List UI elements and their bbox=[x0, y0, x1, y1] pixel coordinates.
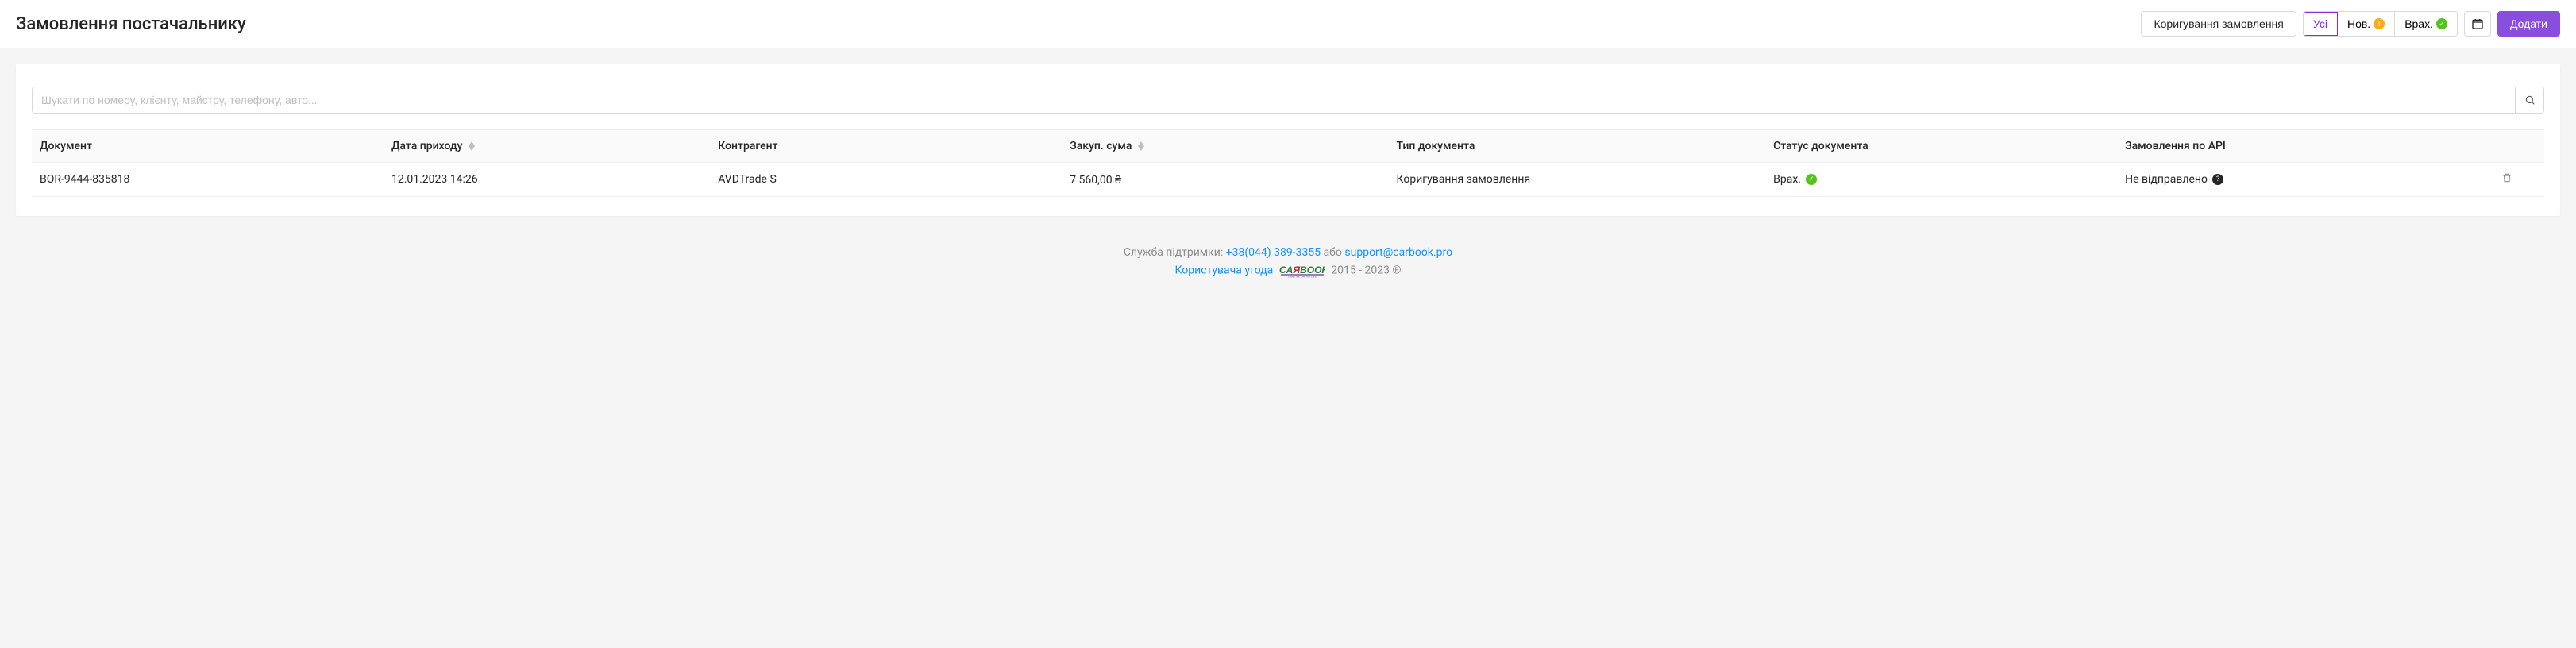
search-row bbox=[32, 87, 2544, 114]
orders-table: Документ Дата приходу Контрагент Закуп. … bbox=[32, 129, 2544, 197]
search-input[interactable] bbox=[32, 87, 2516, 114]
table-header-row: Документ Дата приходу Контрагент Закуп. … bbox=[32, 130, 2544, 163]
calendar-icon bbox=[2471, 17, 2484, 30]
col-actions bbox=[2469, 130, 2544, 163]
carbook-logo: CAЯBOOK cause we love the cars bbox=[1279, 264, 1325, 278]
col-status[interactable]: Статус документа bbox=[1765, 130, 2117, 163]
cell-actions bbox=[2469, 163, 2544, 197]
header-actions: Коригування замовлення Усі Нов. ! Врах. … bbox=[2141, 11, 2560, 37]
cell-status: Врах. ✓ bbox=[1765, 163, 2117, 197]
cell-date: 12.01.2023 14:26 bbox=[384, 163, 710, 197]
exclamation-icon: ! bbox=[2374, 18, 2385, 29]
cell-sum: 7 560,00 ₴ bbox=[1062, 163, 1388, 197]
content-area: Документ Дата приходу Контрагент Закуп. … bbox=[0, 48, 2576, 232]
filter-label: Усі bbox=[2313, 17, 2327, 30]
svg-text:cause we love the cars: cause we love the cars bbox=[1288, 276, 1317, 279]
delete-icon[interactable] bbox=[2501, 174, 2512, 187]
registered-icon: ® bbox=[1392, 264, 1401, 277]
footer-or: або bbox=[1324, 246, 1342, 259]
page-footer: Служба підтримки: +38(044) 389-3355 або … bbox=[0, 232, 2576, 299]
check-icon: ✓ bbox=[2436, 18, 2447, 29]
cell-api: Не відправлено ? bbox=[2117, 163, 2469, 197]
search-icon bbox=[2524, 94, 2536, 106]
col-date[interactable]: Дата приходу bbox=[384, 130, 710, 163]
filter-label: Врах. bbox=[2404, 17, 2433, 30]
page-title: Замовлення постачальнику bbox=[16, 14, 246, 34]
order-adjustment-button[interactable]: Коригування замовлення bbox=[2141, 11, 2296, 37]
button-label: Коригування замовлення bbox=[2154, 17, 2283, 30]
col-purchase-sum[interactable]: Закуп. сума bbox=[1062, 130, 1388, 163]
svg-text:CAЯBOOK: CAЯBOOK bbox=[1279, 264, 1325, 276]
sort-icon bbox=[1138, 141, 1144, 151]
support-label: Служба підтримки: bbox=[1124, 246, 1223, 259]
check-icon: ✓ bbox=[1806, 174, 1817, 185]
page-header: Замовлення постачальнику Коригування зам… bbox=[0, 0, 2576, 48]
cell-counterparty: AVDTrade S bbox=[710, 163, 1062, 197]
filter-taken-button[interactable]: Врах. ✓ bbox=[2395, 12, 2457, 36]
calendar-button[interactable] bbox=[2464, 11, 2491, 37]
add-button[interactable]: Додати bbox=[2497, 11, 2560, 37]
filter-new-button[interactable]: Нов. ! bbox=[2338, 12, 2395, 36]
search-button[interactable] bbox=[2516, 87, 2544, 114]
status-filter-segments: Усі Нов. ! Врах. ✓ bbox=[2303, 11, 2458, 37]
table-row[interactable]: BOR-9444-835818 12.01.2023 14:26 AVDTrad… bbox=[32, 163, 2544, 197]
user-agreement-link[interactable]: Користувача угода bbox=[1175, 264, 1274, 277]
col-doc-type[interactable]: Тип документа bbox=[1389, 130, 1766, 163]
card-panel: Документ Дата приходу Контрагент Закуп. … bbox=[16, 64, 2560, 216]
col-api[interactable]: Замовлення по API bbox=[2117, 130, 2469, 163]
footer-years: 2015 - 2023 bbox=[1331, 264, 1390, 277]
support-email-link[interactable]: support@carbook.pro bbox=[1344, 246, 1452, 259]
col-counterparty[interactable]: Контрагент bbox=[710, 130, 1062, 163]
button-label: Додати bbox=[2510, 17, 2547, 30]
col-document[interactable]: Документ bbox=[32, 130, 384, 163]
sort-icon bbox=[469, 141, 475, 151]
question-icon: ? bbox=[2212, 174, 2223, 185]
filter-label: Нов. bbox=[2347, 17, 2370, 30]
support-phone-link[interactable]: +38(044) 389-3355 bbox=[1226, 246, 1321, 259]
cell-document: BOR-9444-835818 bbox=[32, 163, 384, 197]
filter-all-button[interactable]: Усі bbox=[2304, 12, 2338, 36]
cell-type: Коригування замовлення bbox=[1389, 163, 1766, 197]
